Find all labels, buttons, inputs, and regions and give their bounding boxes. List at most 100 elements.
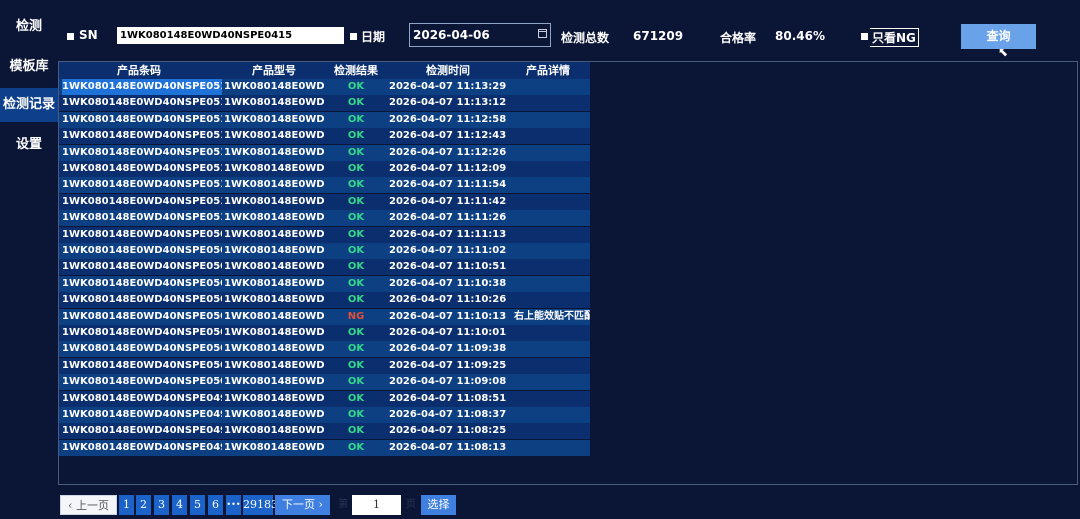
cell-time: 2026-04-07 11:13:12 [389, 97, 507, 109]
table-row[interactable]: 1WK080148E0WD40NSPE0515 1WK080148E0WD4 OK 2… [59, 128, 590, 145]
only-ng-checkbox[interactable] [861, 33, 868, 40]
cell-sn: 1WK080148E0WD40NSPE0500 [62, 376, 222, 388]
cell-result: OK [347, 376, 365, 388]
app-window: 检测 模板库 检测记录 设置 SN 1WK080148E0WD40NSPE041… [0, 0, 1080, 519]
cell-model: 1WK080148E0WD4 [224, 179, 324, 191]
table-row[interactable]: 1WK080148E0WD40NSPE0498 1WK080148E0WD4 OK 2… [59, 407, 590, 423]
header-barcode[interactable]: 产品条码 [59, 62, 219, 79]
table-row[interactable]: 1WK080148E0WD40NSPE0517 1WK080148E0WD4 OK 2… [59, 95, 590, 112]
table-row[interactable]: 1WK080148E0WD40NSPE0499 1WK080148E0WD4 OK 2… [59, 390, 590, 407]
page-6-button[interactable]: 6 [208, 495, 223, 515]
table-row[interactable]: 1WK080148E0WD40NSPE0503 1WK080148E0WD4 OK 2… [59, 325, 590, 341]
cell-time: 2026-04-07 11:08:25 [389, 425, 507, 437]
page-4-button[interactable]: 4 [172, 495, 187, 515]
cell-result: OK [347, 327, 365, 338]
cell-sn: 1WK080148E0WD40NSPE0512 [62, 179, 222, 191]
sn-checkbox[interactable] [67, 33, 74, 40]
cell-model: 1WK080148E0WD4 [224, 146, 324, 158]
cell-model: 1WK080148E0WD4 [224, 376, 324, 388]
goto-page-input[interactable]: 1 [352, 495, 401, 515]
table-row[interactable]: 1WK080148E0WD40NSPE0500 1WK080148E0WD4 OK 2… [59, 374, 590, 391]
cell-result: OK [347, 343, 365, 355]
sidebar-item-detection-records[interactable]: 检测记录 [0, 88, 60, 122]
table-row[interactable]: 1WK080148E0WD40NSPE0516 1WK080148E0WD4 OK 2… [59, 111, 590, 128]
table-row[interactable]: 1WK080148E0WD40NSPE0512 1WK080148E0WD4 OK 2… [59, 177, 590, 194]
cell-model: 1WK080148E0WD4 [224, 163, 324, 174]
cell-result: OK [347, 195, 365, 207]
page-ellipsis[interactable]: ••• [226, 495, 241, 515]
table-row[interactable]: 1WK080148E0WD40NSPE0507 1WK080148E0WD4 OK 2… [59, 259, 590, 276]
page-5-button[interactable]: 5 [190, 495, 205, 515]
table-row[interactable]: 1WK080148E0WD40NSPE0509 1WK080148E0WD4 OK 2… [59, 226, 590, 243]
cell-model: 1WK080148E0WD4 [224, 425, 324, 437]
next-page-label: 下一页 [282, 498, 316, 511]
cell-result: OK [347, 294, 365, 306]
sidebar-item-template-library[interactable]: 模板库 [0, 58, 58, 76]
date-label: 日期 [361, 30, 386, 44]
table-row[interactable]: 1WK080148E0WD40NSPE0508 1WK080148E0WD4 OK 2… [59, 243, 590, 259]
cell-detail [514, 112, 590, 128]
cell-time: 2026-04-07 11:09:25 [389, 359, 507, 371]
cell-time: 2026-04-07 11:10:51 [389, 261, 507, 273]
table-row[interactable]: 1WK080148E0WD40NSPE0504 1WK080148E0WD4 NG 2… [59, 308, 590, 325]
date-checkbox[interactable] [350, 33, 357, 40]
table-row[interactable]: 1WK080148E0WD40NSPE0513 1WK080148E0WD4 OK 2… [59, 161, 590, 177]
cell-time: 2026-04-07 11:11:13 [389, 228, 507, 240]
cell-detail [514, 325, 590, 341]
cell-detail [514, 259, 590, 275]
cell-detail: 右上能效贴不匹配, [514, 310, 590, 322]
table-row[interactable]: 1WK080148E0WD40NSPE0511 1WK080148E0WD4 OK 2… [59, 193, 590, 210]
cell-model: 1WK080148E0WD4 [224, 228, 324, 240]
table-row[interactable]: 1WK080148E0WD40NSPE0505 1WK080148E0WD4 OK 2… [59, 292, 590, 309]
cell-model: 1WK080148E0WD4 [224, 81, 324, 92]
cell-time: 2026-04-07 11:11:54 [389, 179, 507, 191]
cell-model: 1WK080148E0WD4 [224, 130, 324, 142]
cell-model: 1WK080148E0WD4 [224, 294, 324, 306]
page-last-button[interactable]: 29183 [243, 495, 278, 515]
header-model[interactable]: 产品型号 [224, 62, 324, 79]
cell-result: OK [347, 409, 365, 420]
sidebar-item-settings[interactable]: 设置 [0, 136, 58, 154]
cell-model: 1WK080148E0WD4 [224, 310, 324, 322]
header-time[interactable]: 检测时间 [389, 62, 507, 79]
cell-sn: 1WK080148E0WD40NSPE0511 [62, 195, 222, 207]
header-detail[interactable]: 产品详情 [511, 62, 585, 79]
table-row[interactable]: 1WK080148E0WD40NSPE0502 1WK080148E0WD4 OK 2… [59, 341, 590, 358]
calendar-icon[interactable] [538, 29, 547, 38]
page-1-button[interactable]: 1 [119, 495, 134, 515]
sn-input[interactable]: 1WK080148E0WD40NSPE0415 [117, 27, 344, 44]
page-3-button[interactable]: 3 [154, 495, 169, 515]
header-result[interactable]: 检测结果 [327, 62, 385, 79]
only-ng-label[interactable]: 只看NG [870, 28, 919, 47]
cell-result: OK [347, 130, 365, 142]
next-page-button[interactable]: 下一页 › [275, 495, 330, 515]
select-page-button[interactable]: 选择 [421, 495, 456, 515]
cell-sn: 1WK080148E0WD40NSPE0501 [62, 359, 222, 371]
cell-result: NG [347, 310, 365, 322]
cell-time: 2026-04-07 11:08:13 [389, 441, 507, 453]
cell-detail [514, 407, 590, 423]
cell-result: OK [347, 179, 365, 191]
sn-label: SN [79, 28, 98, 42]
cell-result: OK [347, 212, 365, 224]
prev-page-button[interactable]: ‹ 上一页 [60, 495, 117, 515]
table-row[interactable]: 1WK080148E0WD40NSPE0496 1WK080148E0WD4 OK 2… [59, 439, 590, 456]
page-2-button[interactable]: 2 [136, 495, 151, 515]
table-row[interactable]: 1WK080148E0WD40NSPE0506 1WK080148E0WD4 OK 2… [59, 275, 590, 292]
cell-detail [514, 423, 590, 439]
cell-sn: 1WK080148E0WD40NSPE0516 [62, 113, 222, 125]
cell-time: 2026-04-07 11:12:09 [389, 163, 507, 174]
cell-model: 1WK080148E0WD4 [224, 343, 324, 355]
table-row[interactable]: 1WK080148E0WD40NSPE0518 1WK080148E0WD4 OK 2… [59, 79, 590, 95]
sidebar-item-detect[interactable]: 检测 [0, 18, 58, 36]
table-row[interactable]: 1WK080148E0WD40NSPE0514 1WK080148E0WD4 OK 2… [59, 144, 590, 161]
cell-detail [514, 358, 590, 374]
table-row[interactable]: 1WK080148E0WD40NSPE0501 1WK080148E0WD4 OK 2… [59, 357, 590, 374]
table-row[interactable]: 1WK080148E0WD40NSPE0497 1WK080148E0WD4 OK 2… [59, 423, 590, 440]
cell-detail [514, 292, 590, 308]
table-row[interactable]: 1WK080148E0WD40NSPE0510 1WK080148E0WD4 OK 2… [59, 210, 590, 227]
cell-result: OK [347, 245, 365, 256]
cell-result: OK [347, 81, 365, 92]
date-picker[interactable]: 2026-04-06 [409, 23, 551, 47]
cell-detail [514, 341, 590, 357]
